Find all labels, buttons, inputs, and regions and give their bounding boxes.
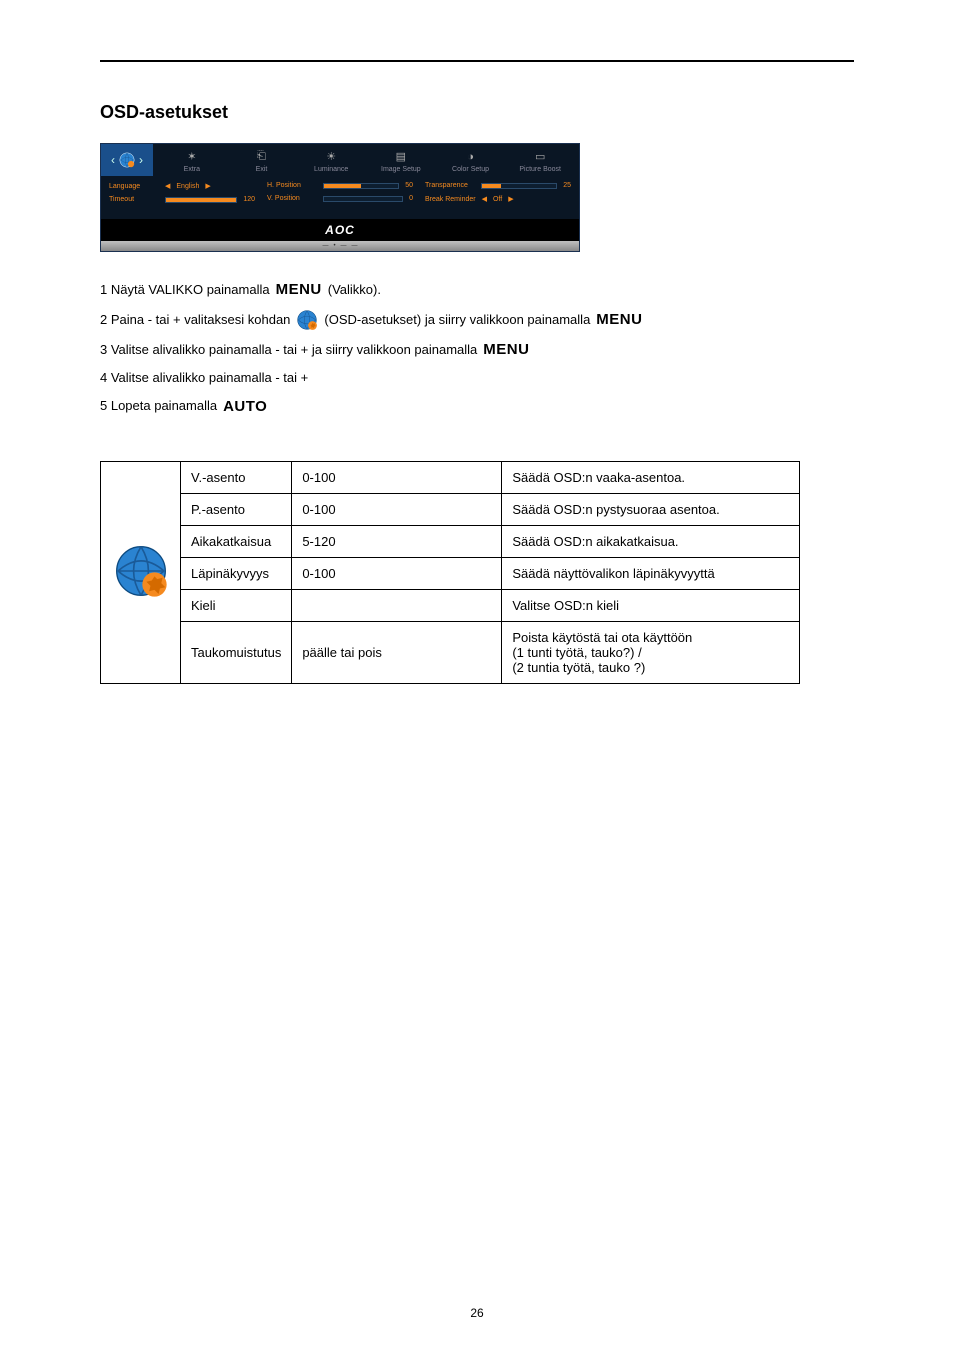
instruction-text: 5 Lopeta painamalla [100, 396, 217, 417]
setting-desc: Säädä OSD:n vaaka-asentoa. [502, 461, 800, 493]
page: OSD-asetukset ‹ › ✶Extra ⎗Exit ☀Luminanc… [0, 0, 954, 1350]
osd-bar-hpos [323, 183, 399, 189]
osd-tab-picture-boost: ▭Picture Boost [505, 150, 575, 173]
triangle-right-icon: ▶ [508, 195, 513, 203]
instruction-line-2: 2 Paina - tai + valitaksesi kohdan (OSD-… [100, 308, 854, 332]
instruction-line-5: 5 Lopeta painamalla AUTO [100, 395, 854, 419]
setting-desc: Säädä OSD:n pystysuoraa asentoa. [502, 493, 800, 525]
instruction-line-1: 1 Näytä VALIKKO painamalla MENU (Valikko… [100, 278, 854, 302]
osd-tabs: ✶Extra ⎗Exit ☀Luminance ▤Image Setup ◑Co… [153, 146, 579, 175]
instruction-text: 1 Näytä VALIKKO painamalla [100, 280, 270, 301]
instruction-line-3: 3 Valitse alivalikko painamalla - tai + … [100, 338, 854, 362]
osd-footer-keys: — • — — [101, 241, 579, 251]
osd-col-mid: H. Position 50 V. Position 0 [267, 182, 413, 209]
osd-row-hpos: H. Position 50 [267, 182, 413, 189]
osd-row-break: Break Reminder ◀ Off ▶ [425, 195, 571, 203]
triangle-left-icon: ◀ [482, 195, 487, 203]
instruction-text: 4 Valitse alivalikko painamalla - tai + [100, 368, 308, 389]
table-row: Taukomuistutus päälle tai pois Poista kä… [101, 621, 800, 683]
table-row: V.-asento 0-100 Säädä OSD:n vaaka-asento… [101, 461, 800, 493]
setting-name: Läpinäkyvyys [181, 557, 292, 589]
setting-range: 0-100 [292, 557, 502, 589]
instruction-text: 2 Paina - tai + valitaksesi kohdan [100, 310, 290, 331]
osd-label-break: Break Reminder [425, 196, 476, 203]
table-row: Aikakatkaisua 5-120 Säädä OSD:n aikakatk… [101, 525, 800, 557]
setting-range [292, 589, 502, 621]
table-row: P.-asento 0-100 Säädä OSD:n pystysuoraa … [101, 493, 800, 525]
instruction-line-4: 4 Valitse alivalikko painamalla - tai + [100, 368, 854, 389]
setting-name: Aikakatkaisua [181, 525, 292, 557]
osd-value-vpos: 0 [409, 195, 413, 202]
setting-name: V.-asento [181, 461, 292, 493]
osd-value-language: English [176, 183, 199, 190]
setting-desc: Poista käytöstä tai ota käyttöön (1 tunt… [502, 621, 800, 683]
osd-label-timeout: Timeout [109, 196, 159, 203]
page-heading: OSD-asetukset [100, 102, 854, 123]
setting-name: P.-asento [181, 493, 292, 525]
triangle-left-icon: ◀ [165, 182, 170, 190]
osd-top-bar: ‹ › ✶Extra ⎗Exit ☀Luminance ▤Image Setup… [101, 144, 579, 176]
table-icon-cell [101, 461, 181, 683]
setting-name: Kieli [181, 589, 292, 621]
osd-row-vpos: V. Position 0 [267, 195, 413, 202]
instruction-text: (Valikko). [328, 280, 381, 301]
osd-value-timeout: 120 [243, 196, 255, 203]
osd-tab-luminance: ☀Luminance [296, 150, 366, 173]
osd-tab-image-setup: ▤Image Setup [366, 150, 436, 173]
setting-desc: Valitse OSD:n kieli [502, 589, 800, 621]
page-number: 26 [0, 1306, 954, 1320]
osd-bar-timeout [165, 197, 237, 203]
osd-body: Language ◀ English ▶ Timeout 120 H. Posi… [101, 176, 579, 219]
table-row: Läpinäkyvyys 0-100 Säädä näyttövalikon l… [101, 557, 800, 589]
osd-brand: AOC [101, 219, 579, 241]
osd-panel: ‹ › ✶Extra ⎗Exit ☀Luminance ▤Image Setup… [100, 143, 580, 252]
instruction-text: 3 Valitse alivalikko painamalla - tai + … [100, 340, 477, 361]
osd-value-transparence: 25 [563, 182, 571, 189]
globe-gear-icon [296, 309, 318, 331]
menu-icon: MENU [276, 278, 322, 302]
chevron-left-icon: ‹ [111, 153, 115, 167]
setting-range: 0-100 [292, 493, 502, 525]
osd-label-transparence: Transparence [425, 182, 475, 189]
instruction-text: (OSD-asetukset) ja siirry valikkoon pain… [324, 310, 590, 331]
globe-gear-icon [118, 151, 136, 169]
osd-tab-extra: ✶Extra [157, 150, 227, 173]
table-row: Kieli Valitse OSD:n kieli [101, 589, 800, 621]
osd-tab-exit: ⎗Exit [227, 150, 297, 173]
setting-desc: Säädä näyttövalikon läpinäkyvyyttä [502, 557, 800, 589]
settings-table: V.-asento 0-100 Säädä OSD:n vaaka-asento… [100, 461, 800, 684]
osd-row-transparence: Transparence 25 [425, 182, 571, 189]
triangle-right-icon: ▶ [205, 182, 210, 190]
osd-value-hpos: 50 [405, 182, 413, 189]
osd-col-right: Transparence 25 Break Reminder ◀ Off ▶ [425, 182, 571, 209]
osd-scroll-selector: ‹ › [101, 144, 153, 176]
osd-bar-transparence [481, 183, 557, 189]
menu-icon: MENU [596, 308, 642, 332]
osd-bar-vpos [323, 196, 403, 202]
globe-gear-icon [114, 544, 168, 598]
osd-row-language: Language ◀ English ▶ [109, 182, 255, 190]
menu-icon: MENU [483, 338, 529, 362]
chevron-right-icon: › [139, 153, 143, 167]
osd-label-language: Language [109, 183, 159, 190]
top-rule [100, 60, 854, 62]
instructions: 1 Näytä VALIKKO painamalla MENU (Valikko… [100, 278, 854, 419]
setting-desc: Säädä OSD:n aikakatkaisua. [502, 525, 800, 557]
osd-label-hpos: H. Position [267, 182, 317, 189]
osd-label-vpos: V. Position [267, 195, 317, 202]
osd-row-timeout: Timeout 120 [109, 196, 255, 203]
setting-range: päälle tai pois [292, 621, 502, 683]
osd-tab-color-setup: ◑Color Setup [436, 150, 506, 173]
osd-col-left: Language ◀ English ▶ Timeout 120 [109, 182, 255, 209]
osd-value-break: Off [493, 196, 502, 203]
setting-name: Taukomuistutus [181, 621, 292, 683]
setting-range: 0-100 [292, 461, 502, 493]
setting-range: 5-120 [292, 525, 502, 557]
auto-icon: AUTO [223, 395, 267, 419]
